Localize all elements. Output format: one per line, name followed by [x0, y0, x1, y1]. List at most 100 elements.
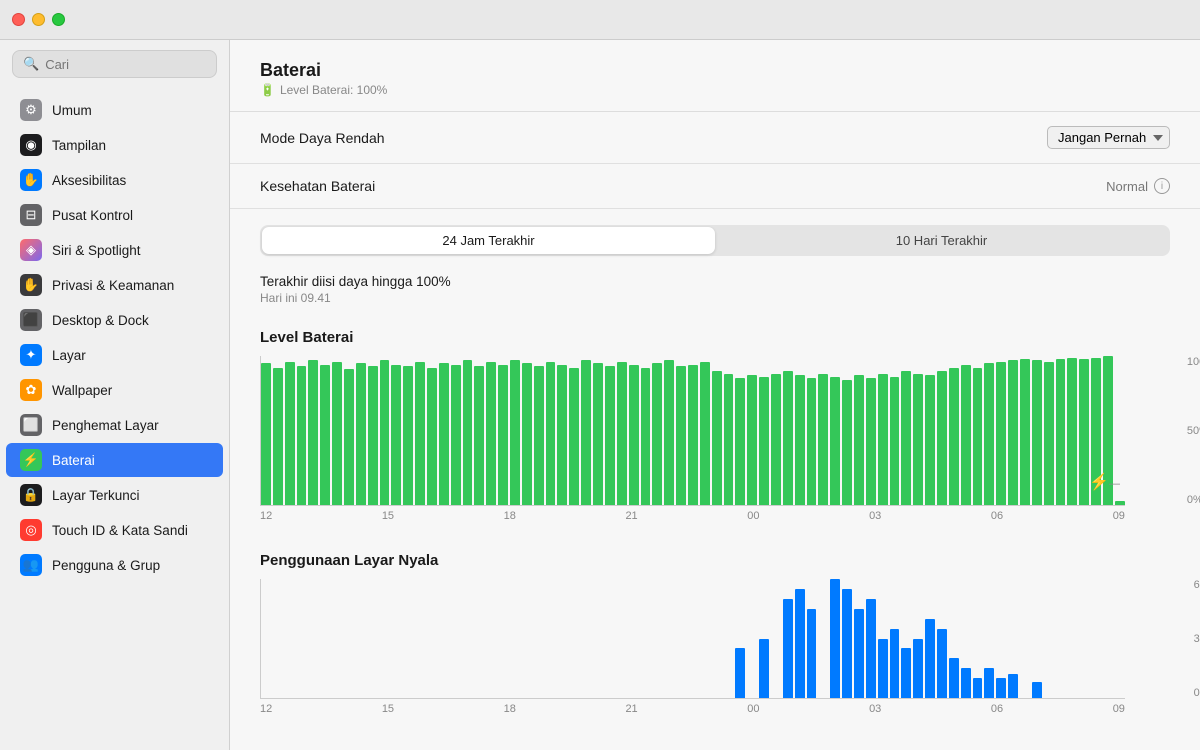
battery-level-title: Level Baterai — [260, 329, 1170, 346]
usage-chart-container: 60m30m0m 1215182100030609 — [260, 579, 1170, 715]
usage-bar — [961, 668, 971, 698]
usage-bar — [996, 678, 1006, 698]
sidebar-item-penghemat[interactable]: ⬜Penghemat Layar — [6, 408, 223, 442]
battery-bar — [652, 363, 662, 505]
battery-bar — [913, 374, 923, 505]
sidebar-item-tampilan[interactable]: ◉Tampilan — [6, 128, 223, 162]
battery-status: 🔋 Level Baterai: 100% — [260, 83, 1170, 97]
pusat-kontrol-icon: ⊟ — [20, 204, 42, 226]
usage-bar — [937, 629, 947, 698]
search-bar[interactable]: 🔍 — [12, 50, 217, 78]
page-title: Baterai — [260, 60, 1170, 81]
usage-bar — [807, 609, 817, 698]
sidebar-item-wallpaper[interactable]: ✿ Wallpaper — [6, 373, 223, 407]
sidebar-item-layar-terkunci[interactable]: 🔒Layar Terkunci — [6, 478, 223, 512]
sidebar-item-label-wallpaper: Wallpaper — [52, 383, 112, 398]
battery-bar — [724, 374, 734, 505]
battery-bar — [973, 368, 983, 505]
usage-bar — [783, 599, 793, 698]
sidebar-item-umum[interactable]: ⚙Umum — [6, 93, 223, 127]
battery-bar — [273, 368, 283, 505]
tab-10hari[interactable]: 10 Hari Terakhir — [715, 227, 1168, 254]
battery-x-label: 12 — [260, 510, 272, 522]
charged-info: Terakhir diisi daya hingga 100% Hari ini… — [230, 268, 1200, 319]
battery-bar — [842, 380, 852, 505]
maximize-button[interactable] — [52, 13, 65, 26]
usage-bar — [878, 639, 888, 699]
battery-bar — [641, 368, 651, 505]
usage-bar — [901, 648, 911, 698]
usage-title: Penggunaan Layar Nyala — [260, 552, 1170, 569]
battery-level-section: Level Baterai 100%50%0% ⚡— 1215182100030… — [230, 319, 1200, 542]
sidebar-item-touchid[interactable]: ◎Touch ID & Kata Sandi — [6, 513, 223, 547]
wallpaper-icon: ✿ — [20, 379, 42, 401]
battery-bar — [795, 375, 805, 505]
sidebar-item-label-pusat-kontrol: Pusat Kontrol — [52, 208, 133, 223]
charged-subtitle: Hari ini 09.41 — [260, 291, 1170, 305]
battery-bar — [427, 368, 437, 505]
battery-bar — [807, 378, 817, 505]
usage-y-label: 0m — [1194, 687, 1200, 699]
layar-icon: ✦ — [20, 344, 42, 366]
traffic-lights — [12, 13, 65, 26]
battery-bar — [451, 365, 461, 505]
search-input[interactable] — [45, 57, 206, 72]
battery-bar — [320, 365, 330, 505]
kesehatan-normal-text: Normal — [1106, 179, 1148, 194]
battery-bar — [949, 368, 959, 505]
mode-daya-rendah-select[interactable]: Jangan Pernah — [1047, 126, 1170, 149]
battery-bar — [818, 374, 828, 505]
battery-bar — [1032, 360, 1042, 505]
usage-bar — [854, 609, 864, 698]
content-header: Baterai 🔋 Level Baterai: 100% — [230, 40, 1200, 112]
battery-bar — [937, 371, 947, 505]
battery-bar — [403, 366, 413, 505]
battery-bar — [308, 360, 318, 505]
pengguna-icon: 👥 — [20, 554, 42, 576]
battery-bar — [332, 362, 342, 505]
battery-bar — [688, 365, 698, 505]
privasi-icon: ✋ — [20, 274, 42, 296]
battery-bar — [261, 363, 271, 505]
battery-bar — [783, 371, 793, 505]
battery-bar — [878, 374, 888, 505]
battery-bar — [474, 366, 484, 505]
usage-y-labels: 60m30m0m — [1194, 579, 1200, 699]
sidebar-item-desktop[interactable]: ⬛Desktop & Dock — [6, 303, 223, 337]
charged-title: Terakhir diisi daya hingga 100% — [260, 274, 1170, 289]
battery-bar — [747, 375, 757, 505]
mode-daya-rendah-value: Jangan Pernah — [1047, 126, 1170, 149]
minimize-button[interactable] — [32, 13, 45, 26]
battery-bar — [712, 371, 722, 505]
battery-icon: 🔋 — [260, 83, 275, 97]
title-bar — [0, 0, 1200, 40]
usage-section: Penggunaan Layar Nyala 60m30m0m 12151821… — [230, 542, 1200, 735]
sidebar-item-pengguna[interactable]: 👥 Pengguna & Grup — [6, 548, 223, 582]
battery-bar — [439, 363, 449, 505]
sidebar-item-siri[interactable]: ◈Siri & Spotlight — [6, 233, 223, 267]
tab-24jam[interactable]: 24 Jam Terakhir — [262, 227, 715, 254]
battery-bar — [297, 366, 307, 505]
sidebar-item-layar[interactable]: ✦Layar — [6, 338, 223, 372]
battery-bar — [1008, 360, 1018, 505]
sidebar-item-baterai[interactable]: ⚡Baterai — [6, 443, 223, 477]
battery-bar — [605, 366, 615, 505]
sidebar-item-label-pengguna: Pengguna & Grup — [52, 558, 160, 573]
battery-bar — [486, 362, 496, 505]
battery-bar — [1020, 359, 1030, 505]
sidebar-item-label-baterai: Baterai — [52, 453, 95, 468]
sidebar-item-pusat-kontrol[interactable]: ⊟ Pusat Kontrol — [6, 198, 223, 232]
battery-bar — [1067, 358, 1077, 506]
sidebar-item-privasi[interactable]: ✋Privasi & Keamanan — [6, 268, 223, 302]
battery-bar — [890, 377, 900, 505]
sidebar-item-label-umum: Umum — [52, 103, 92, 118]
close-button[interactable] — [12, 13, 25, 26]
battery-bar — [1044, 362, 1054, 505]
info-icon[interactable]: i — [1154, 178, 1170, 194]
battery-bar — [368, 366, 378, 505]
usage-x-label: 15 — [382, 703, 394, 715]
sidebar-item-aksesibilitas[interactable]: ✋Aksesibilitas — [6, 163, 223, 197]
battery-x-label: 21 — [625, 510, 637, 522]
mode-daya-rendah-label: Mode Daya Rendah — [260, 130, 385, 146]
usage-y-label: 60m — [1194, 579, 1200, 591]
